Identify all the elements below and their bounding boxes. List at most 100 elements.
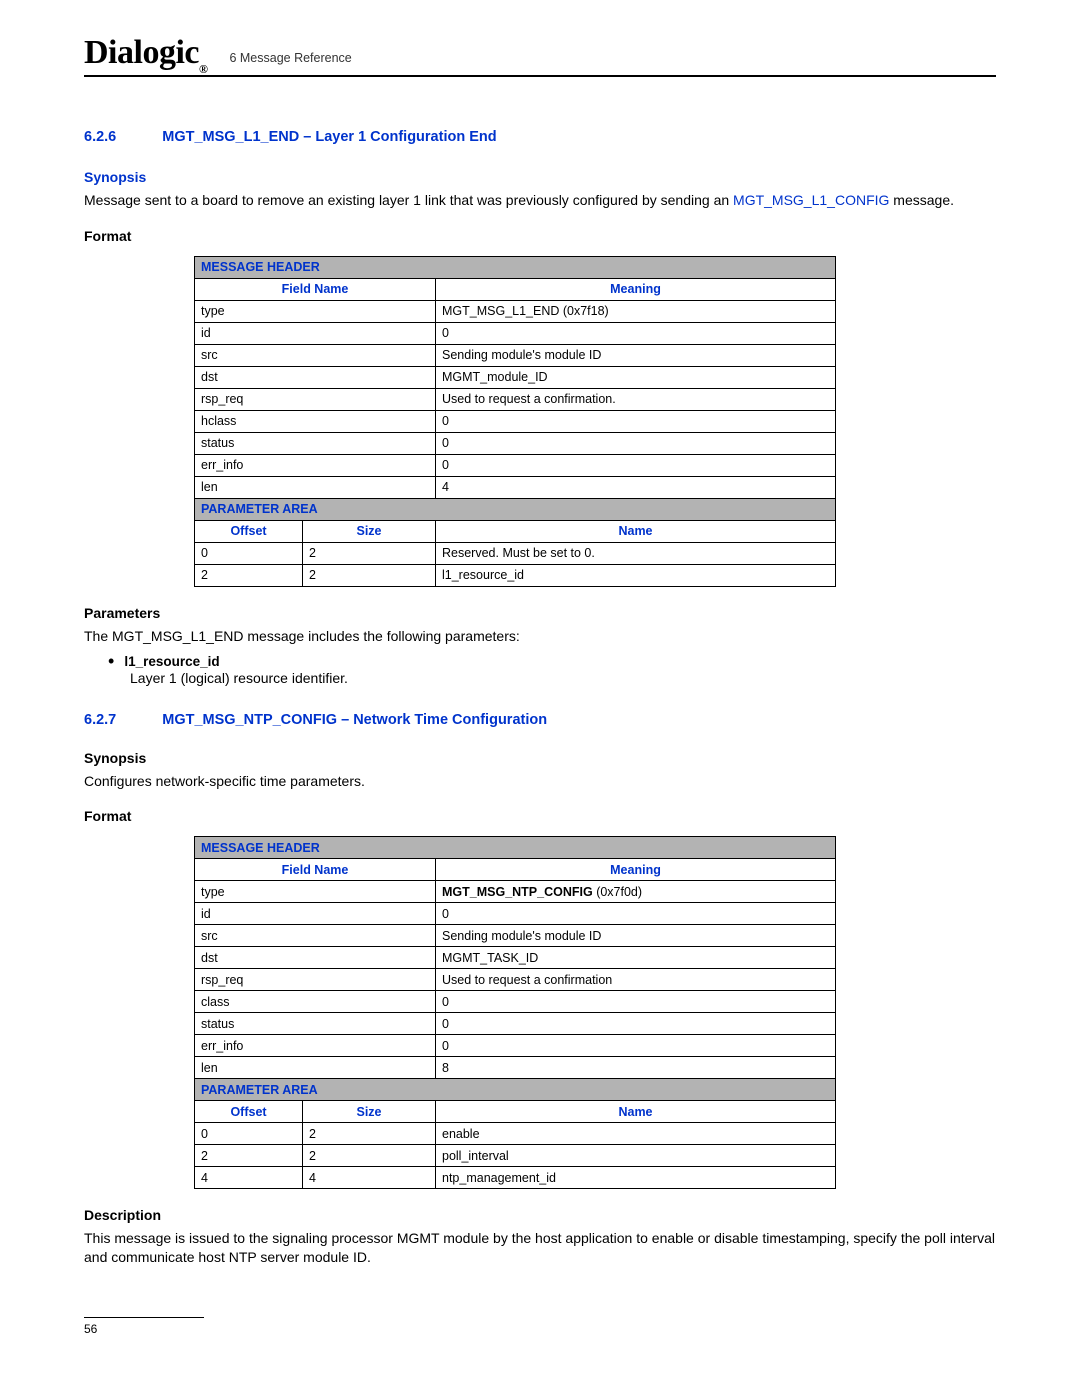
- cell-size: 2: [303, 564, 436, 586]
- cell-meaning: 0: [436, 432, 836, 454]
- cell-offset: 2: [195, 1145, 303, 1167]
- cell-meaning: Sending module's module ID: [436, 344, 836, 366]
- cell-field: len: [195, 476, 436, 498]
- page-header: Dialogic® 6 Message Reference: [84, 36, 996, 77]
- cell-field: status: [195, 1013, 436, 1035]
- registered-mark: ®: [199, 62, 207, 76]
- cell-field: hclass: [195, 410, 436, 432]
- cell-meaning: Used to request a confirmation: [436, 969, 836, 991]
- table-row: err_info0: [195, 454, 836, 476]
- cell-field: type: [195, 300, 436, 322]
- synopsis-suffix: message.: [889, 192, 954, 208]
- table-row: len8: [195, 1057, 836, 1079]
- cell-name: Reserved. Must be set to 0.: [436, 542, 836, 564]
- parameters-heading: Parameters: [84, 605, 996, 621]
- cell-offset: 2: [195, 564, 303, 586]
- table-row: len4: [195, 476, 836, 498]
- cell-meaning: MGT_MSG_NTP_CONFIG (0x7f0d): [436, 881, 836, 903]
- table-row: rsp_reqUsed to request a confirmation: [195, 969, 836, 991]
- col-size-2: Size: [303, 1101, 436, 1123]
- parameters-intro: The MGT_MSG_L1_END message includes the …: [84, 627, 996, 646]
- cell-size: 2: [303, 1145, 436, 1167]
- table-row: id0: [195, 322, 836, 344]
- param-area-banner-2: PARAMETER AREA: [195, 1079, 836, 1101]
- cell-field: src: [195, 925, 436, 947]
- table-row: typeMGT_MSG_NTP_CONFIG (0x7f0d): [195, 881, 836, 903]
- table-row: status0: [195, 1013, 836, 1035]
- message-table-2: MESSAGE HEADER Field Name Meaning typeMG…: [194, 836, 836, 1189]
- cell-field: src: [195, 344, 436, 366]
- cell-name: enable: [436, 1123, 836, 1145]
- col-field-name: Field Name: [195, 278, 436, 300]
- col-name: Name: [436, 520, 836, 542]
- bullet-desc: Layer 1 (logical) resource identifier.: [130, 670, 996, 686]
- section-title: MGT_MSG_NTP_CONFIG – Network Time Config…: [162, 712, 547, 728]
- table-row: 22l1_resource_id: [195, 564, 836, 586]
- synopsis-text: Message sent to a board to remove an exi…: [84, 191, 996, 210]
- logo-text: Dialogic: [84, 34, 199, 71]
- param-area-banner: PARAMETER AREA: [195, 498, 836, 520]
- synopsis-heading: Synopsis: [84, 169, 996, 185]
- table-row: 22poll_interval: [195, 1145, 836, 1167]
- cell-field: rsp_req: [195, 969, 436, 991]
- col-meaning-2: Meaning: [436, 859, 836, 881]
- message-table-1: MESSAGE HEADER Field Name Meaning type MG…: [194, 256, 836, 587]
- cell-field: type: [195, 881, 436, 903]
- msg-link[interactable]: MGT_MSG_L1_CONFIG: [733, 192, 889, 208]
- table-row: 02enable: [195, 1123, 836, 1145]
- page-number: 56: [84, 1322, 996, 1336]
- cell-size: 2: [303, 1123, 436, 1145]
- description-text: This message is issued to the signaling …: [84, 1229, 996, 1267]
- format-heading: Format: [84, 228, 996, 244]
- table-row: 02Reserved. Must be set to 0.: [195, 542, 836, 564]
- cell-size: 4: [303, 1167, 436, 1189]
- table-row: dstMGMT_TASK_ID: [195, 947, 836, 969]
- section-heading-626: 6.2.6 MGT_MSG_L1_END – Layer 1 Configura…: [84, 129, 996, 145]
- cell-meaning: MGMT_module_ID: [436, 366, 836, 388]
- param-bullet: • l1_resource_id Layer 1 (logical) resou…: [108, 654, 996, 686]
- cell-name: poll_interval: [436, 1145, 836, 1167]
- section-number: 6.2.6: [84, 129, 116, 145]
- cell-meaning: 0: [436, 1013, 836, 1035]
- col-offset: Offset: [195, 520, 303, 542]
- col-name-2: Name: [436, 1101, 836, 1123]
- format-heading-2: Format: [84, 808, 996, 824]
- cell-name: ntp_management_id: [436, 1167, 836, 1189]
- msg-header-banner: MESSAGE HEADER: [195, 256, 836, 278]
- section-heading-627: 6.2.7 MGT_MSG_NTP_CONFIG – Network Time …: [84, 712, 996, 728]
- table-row: hclass0: [195, 410, 836, 432]
- synopsis-heading-2: Synopsis: [84, 750, 996, 766]
- bullet-label: l1_resource_id: [124, 654, 219, 670]
- cell-field: status: [195, 432, 436, 454]
- cell-field: id: [195, 322, 436, 344]
- cell-offset: 4: [195, 1167, 303, 1189]
- table-row: id0: [195, 903, 836, 925]
- cell-field: dst: [195, 366, 436, 388]
- cell-offset: 0: [195, 1123, 303, 1145]
- description-heading: Description: [84, 1207, 996, 1223]
- cell-meaning: 0: [436, 410, 836, 432]
- cell-meaning: 0: [436, 903, 836, 925]
- cell-meaning: 0: [436, 991, 836, 1013]
- bullet-icon: •: [108, 652, 114, 670]
- synopsis-text-2: Configures network-specific time paramet…: [84, 772, 996, 791]
- cell-meaning: 0: [436, 454, 836, 476]
- synopsis-prefix: Message sent to a board to remove an exi…: [84, 192, 733, 208]
- cell-meaning: MGMT_TASK_ID: [436, 947, 836, 969]
- cell-field: len: [195, 1057, 436, 1079]
- col-offset-2: Offset: [195, 1101, 303, 1123]
- cell-meaning: 0: [436, 322, 836, 344]
- cell-field: class: [195, 991, 436, 1013]
- col-meaning: Meaning: [436, 278, 836, 300]
- table-row: srcSending module's module ID: [195, 344, 836, 366]
- cell-meaning: 0: [436, 1035, 836, 1057]
- cell-field: id: [195, 903, 436, 925]
- cell-size: 2: [303, 542, 436, 564]
- cell-meaning: Sending module's module ID: [436, 925, 836, 947]
- col-size: Size: [303, 520, 436, 542]
- table-row: 44ntp_management_id: [195, 1167, 836, 1189]
- logo: Dialogic®: [84, 36, 207, 73]
- chapter-reference: 6 Message Reference: [229, 51, 351, 65]
- table-row: srcSending module's module ID: [195, 925, 836, 947]
- section-title: MGT_MSG_L1_END – Layer 1 Configuration E…: [162, 129, 496, 145]
